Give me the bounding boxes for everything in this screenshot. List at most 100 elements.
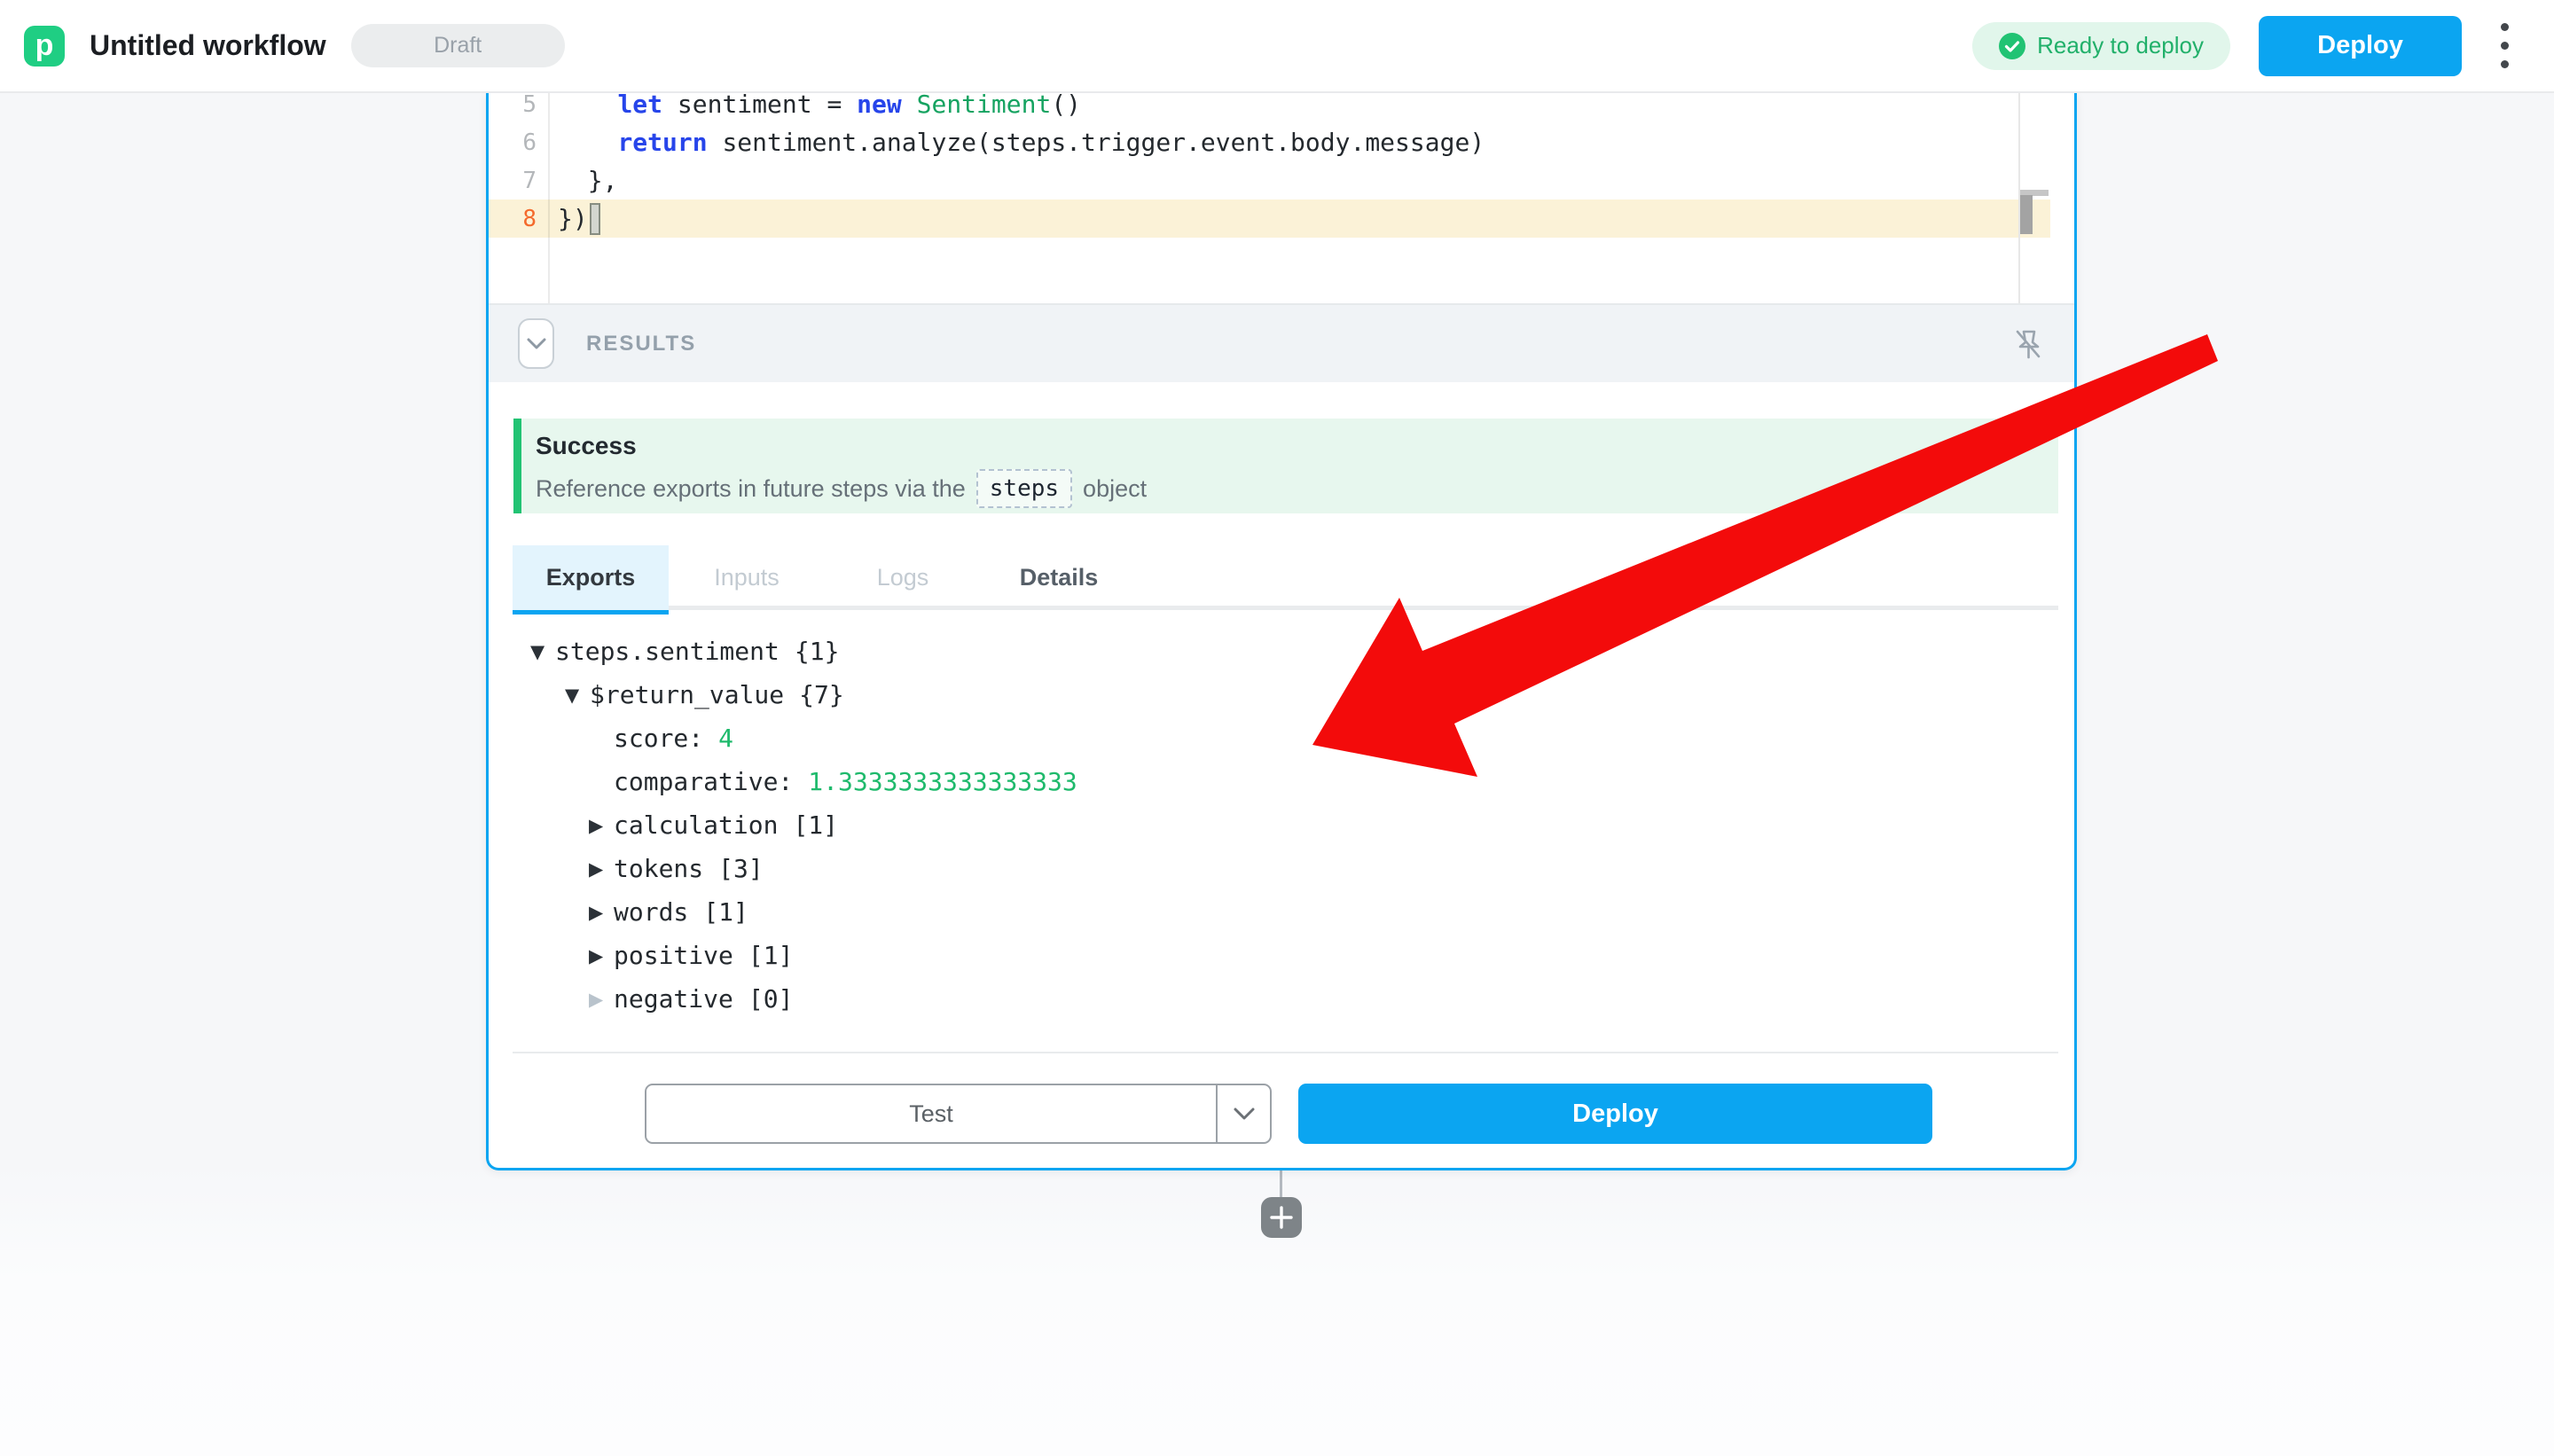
pin-off-icon[interactable] bbox=[2009, 325, 2048, 364]
tree-key: tokens bbox=[614, 854, 703, 883]
tree-row-return-value[interactable]: ▼ $return_value {7} bbox=[489, 673, 2074, 716]
code-text: }, bbox=[548, 166, 617, 195]
check-circle-icon bbox=[1999, 33, 2025, 59]
tree-row-steps-sentiment[interactable]: ▼ steps.sentiment {1} bbox=[489, 630, 2074, 673]
tree-key: negative bbox=[614, 984, 733, 1014]
tree-key: score: bbox=[614, 724, 703, 753]
test-button-group: Test bbox=[645, 1084, 1272, 1144]
logo-letter: p bbox=[35, 28, 54, 63]
code-editor[interactable]: 5 let sentiment = new Sentiment() 6 retu… bbox=[489, 93, 2074, 303]
disclosure-triangle-icon[interactable]: ▼ bbox=[565, 685, 590, 706]
code-line-6[interactable]: 6 return sentiment.analyze(steps.trigger… bbox=[489, 123, 2074, 161]
tree-count: [1] bbox=[793, 810, 838, 840]
code-segment: return bbox=[617, 128, 707, 157]
disclosure-triangle-icon[interactable]: ▶ bbox=[589, 989, 614, 1010]
line-number: 6 bbox=[489, 129, 548, 156]
deploy-header-label: Deploy bbox=[2317, 31, 2403, 60]
code-segment bbox=[558, 93, 617, 119]
line-number: 5 bbox=[489, 93, 548, 118]
collapse-results-button[interactable] bbox=[518, 318, 554, 369]
tab-inputs-label: Inputs bbox=[714, 564, 780, 591]
code-text: return sentiment.analyze(steps.trigger.e… bbox=[548, 128, 1485, 157]
gutter-divider bbox=[548, 93, 550, 303]
code-segment: sentiment.analyze(steps.trigger.event.bo… bbox=[708, 128, 1485, 157]
tree-row-negative[interactable]: ▶ negative [0] bbox=[489, 977, 2074, 1021]
disclosure-triangle-icon[interactable]: ▶ bbox=[589, 858, 614, 880]
success-banner: Success Reference exports in future step… bbox=[513, 419, 2058, 513]
chevron-down-icon bbox=[1234, 1108, 1255, 1121]
exports-tree: ▼ steps.sentiment {1} ▼ $return_value {7… bbox=[489, 630, 2074, 1021]
workflow-title[interactable]: Untitled workflow bbox=[90, 29, 326, 62]
test-button[interactable]: Test bbox=[646, 1085, 1216, 1142]
draft-badge-label: Draft bbox=[434, 33, 482, 59]
tab-exports-label: Exports bbox=[546, 564, 636, 591]
tree-key: words bbox=[614, 897, 688, 927]
tree-row-tokens[interactable]: ▶ tokens [3] bbox=[489, 847, 2074, 890]
disclosure-triangle-icon[interactable]: ▶ bbox=[589, 945, 614, 967]
tree-row-comparative: comparative: 1.3333333333333333 bbox=[489, 760, 2074, 803]
step-connector-line bbox=[1280, 1169, 1282, 1201]
code-segment: Sentiment bbox=[917, 93, 1052, 119]
footer-divider bbox=[513, 1052, 2058, 1053]
ready-badge-label: Ready to deploy bbox=[2037, 32, 2204, 59]
code-segment: sentiment = bbox=[662, 93, 857, 119]
code-text: }) bbox=[548, 203, 600, 235]
tree-row-words[interactable]: ▶ words [1] bbox=[489, 890, 2074, 934]
line-number: 8 bbox=[489, 206, 548, 232]
tree-count: {7} bbox=[799, 680, 844, 709]
results-label: RESULTS bbox=[586, 332, 696, 356]
tab-details[interactable]: Details bbox=[981, 545, 1137, 610]
header-actions: Ready to deploy Deploy bbox=[1972, 16, 2524, 76]
code-lines: 5 let sentiment = new Sentiment() 6 retu… bbox=[489, 93, 2074, 238]
ready-to-deploy-badge: Ready to deploy bbox=[1972, 22, 2230, 70]
tree-key: positive bbox=[614, 941, 733, 970]
app-header: p Untitled workflow Draft Ready to deplo… bbox=[0, 0, 2554, 93]
code-segment: }, bbox=[558, 166, 617, 195]
success-text-before: Reference exports in future steps via th… bbox=[536, 475, 966, 503]
code-text: let sentiment = new Sentiment() bbox=[548, 93, 1081, 119]
code-segment: () bbox=[1051, 93, 1081, 119]
disclosure-triangle-icon[interactable]: ▶ bbox=[589, 815, 614, 836]
tree-value: 4 bbox=[718, 724, 733, 753]
deploy-button-header[interactable]: Deploy bbox=[2259, 16, 2462, 76]
pipedream-logo[interactable]: p bbox=[24, 26, 65, 67]
steps-code-chip: steps bbox=[976, 469, 1072, 508]
disclosure-triangle-icon[interactable]: ▶ bbox=[589, 902, 614, 923]
tree-count: [0] bbox=[748, 984, 794, 1014]
success-text-after: object bbox=[1083, 475, 1147, 503]
tab-logs-label: Logs bbox=[877, 564, 929, 591]
code-line-8-active[interactable]: 8 }) bbox=[489, 200, 2050, 238]
tree-key: calculation bbox=[614, 810, 778, 840]
step-card-sentiment: 5 let sentiment = new Sentiment() 6 retu… bbox=[486, 93, 2077, 1170]
add-step-button[interactable] bbox=[1261, 1197, 1302, 1238]
code-line-5[interactable]: 5 let sentiment = new Sentiment() bbox=[489, 93, 2074, 123]
code-segment: new bbox=[857, 93, 902, 119]
tree-value: 1.3333333333333333 bbox=[808, 767, 1077, 796]
disclosure-triangle-icon[interactable]: ▼ bbox=[530, 641, 555, 662]
scrollbar-thumb[interactable] bbox=[2020, 195, 2033, 234]
code-segment: }) bbox=[558, 204, 588, 233]
tree-row-score: score: 4 bbox=[489, 716, 2074, 760]
tree-count: [1] bbox=[748, 941, 794, 970]
plus-icon bbox=[1270, 1206, 1293, 1229]
code-segment: let bbox=[617, 93, 662, 119]
code-segment bbox=[558, 128, 617, 157]
tree-count: [3] bbox=[718, 854, 764, 883]
success-title: Success bbox=[536, 432, 2058, 460]
deploy-card-label: Deploy bbox=[1572, 1100, 1658, 1128]
code-segment bbox=[902, 93, 917, 119]
tree-key: comparative: bbox=[614, 767, 793, 796]
tab-exports[interactable]: Exports bbox=[513, 545, 669, 610]
test-options-dropdown[interactable] bbox=[1216, 1085, 1270, 1142]
tree-key: steps.sentiment bbox=[555, 637, 780, 666]
tree-row-positive[interactable]: ▶ positive [1] bbox=[489, 934, 2074, 977]
draft-badge: Draft bbox=[351, 24, 565, 67]
text-cursor bbox=[590, 203, 600, 235]
line-number: 7 bbox=[489, 168, 548, 194]
kebab-menu-icon[interactable] bbox=[2485, 16, 2524, 76]
tree-row-calculation[interactable]: ▶ calculation [1] bbox=[489, 803, 2074, 847]
results-tabs: Exports Inputs Logs Details bbox=[513, 545, 2058, 610]
test-button-label: Test bbox=[909, 1100, 953, 1127]
code-line-7[interactable]: 7 }, bbox=[489, 161, 2074, 200]
deploy-button-card[interactable]: Deploy bbox=[1298, 1084, 1932, 1144]
